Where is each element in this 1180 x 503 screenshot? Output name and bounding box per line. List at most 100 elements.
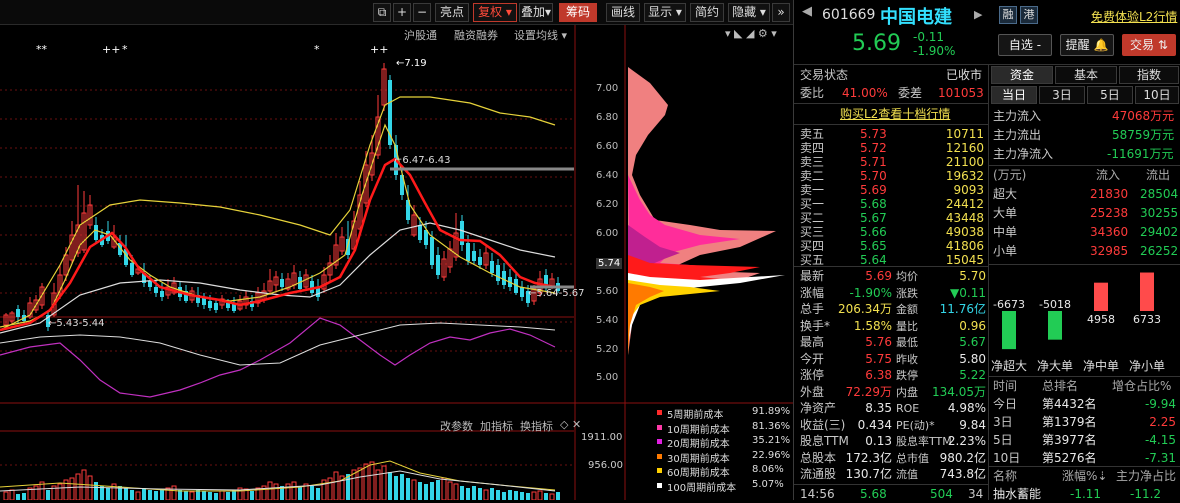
ask-price: 5.73 [860, 127, 887, 141]
trade-button[interactable]: 交易 ⇅ [1122, 34, 1176, 56]
candle-down [226, 303, 230, 308]
price-tick: 6.80 [596, 112, 619, 123]
bid-price: 5.66 [860, 225, 887, 239]
bid-label: 买四 [800, 239, 825, 253]
stat-value: 743.8亿 [939, 467, 986, 481]
rank-head-rank: 总排名 [1042, 379, 1079, 393]
bid-price: 5.67 [860, 211, 887, 225]
ask-label: 卖一 [800, 183, 825, 197]
collapse-icon[interactable]: » [772, 3, 790, 22]
flow-row-out: 26252 [1140, 244, 1179, 258]
indicator-toggle-icon[interactable]: ◇ ✕ [560, 418, 581, 431]
candle-down [160, 291, 164, 297]
hide-button[interactable]: 隐藏 ▾ [728, 3, 770, 22]
simple-button[interactable]: 简约 [690, 3, 724, 22]
candle-down [430, 237, 434, 265]
stat-value: 130.7亿 [845, 467, 892, 481]
legend-label: 60周期前成本 [667, 468, 730, 479]
legend-label: 20周期前成本 [667, 439, 730, 450]
volume-bar-up [189, 491, 195, 501]
last-price: 5.69 [852, 31, 901, 56]
list-first-name[interactable]: 抽水蓄能 [993, 486, 1041, 503]
tab-today[interactable]: 当日 [991, 86, 1037, 104]
legend-swatch [657, 453, 662, 459]
stat-value: 0.96 [959, 318, 986, 333]
stat-label: 总股本 [800, 450, 837, 465]
volume-bar-down [130, 490, 134, 500]
net-flow-label: 净大单 [1037, 359, 1073, 373]
volume-bar-up [171, 485, 177, 501]
link-swap-indicator[interactable]: 换指标 [520, 418, 553, 434]
volume-bar-down [94, 482, 98, 500]
ask-label: 卖五 [800, 127, 825, 141]
weibi-label: 委比 [800, 86, 825, 100]
status-value: 已收市 [946, 68, 983, 82]
tab-3d[interactable]: 3日 [1039, 86, 1085, 104]
window-icon[interactable]: ⧉ [373, 3, 391, 22]
link-change-params[interactable]: 改参数 [440, 418, 473, 434]
candle-down [94, 225, 98, 240]
stat-label: 涨幅 [800, 285, 825, 300]
stat-label: 净资产 [800, 401, 837, 415]
volume-bar-up [453, 483, 459, 501]
flow-row-label: 大单 [993, 206, 1018, 220]
zoom-in-button[interactable]: + [393, 3, 411, 22]
watchlist-button[interactable]: 自选 - [998, 34, 1052, 56]
volume-bar-up [369, 461, 375, 501]
stat-value: 172.3亿 [845, 450, 892, 465]
flow-row-in: 34360 [1090, 225, 1129, 239]
buy-l2-link[interactable]: 购买L2查看十档行情 [840, 106, 950, 123]
link-add-indicator[interactable]: 加指标 [480, 418, 513, 434]
rank-row-pct: -7.31 [1144, 451, 1176, 465]
tab-index[interactable]: 指数 [1119, 66, 1179, 84]
stat-value: 0.434 [857, 417, 892, 432]
volume-bar-down [184, 491, 188, 500]
volume-bar-down [316, 488, 320, 500]
restore-rights-button[interactable]: 复权 ▾ [473, 3, 517, 22]
candle-down [466, 243, 470, 261]
candle-down [424, 230, 428, 245]
forward-icon[interactable]: ▶ [974, 8, 982, 21]
volume-bar-down [544, 493, 548, 500]
volume-bar-down [472, 486, 476, 500]
highlight-button[interactable]: 亮点 [435, 3, 469, 22]
stat-label: 总市值 [896, 451, 929, 465]
chip-button[interactable]: 筹码 [559, 3, 597, 22]
flow-row-in: 21830 [1090, 187, 1129, 201]
tab-10d[interactable]: 10日 [1135, 86, 1179, 104]
zoom-out-button[interactable]: − [413, 3, 431, 22]
price-tick: 5.74 [596, 258, 623, 269]
chip-tools-icons[interactable]: ▾ ◣ ◢ ⚙ ▾ [725, 27, 777, 40]
candles [3, 63, 560, 331]
ask-vol: 19632 [945, 169, 984, 183]
link-rzrq[interactable]: 融资融券 [454, 27, 498, 43]
legend-label: 5周期前成本 [667, 410, 724, 421]
tab-5d[interactable]: 5日 [1087, 86, 1133, 104]
stat-label: 跌停 [896, 369, 918, 382]
free-l2-link[interactable]: 免费体验L2行情 [1091, 8, 1177, 25]
candle-down [496, 265, 500, 281]
volume-bar-down [16, 494, 20, 500]
stat-label: 涨停 [800, 368, 825, 382]
rank-row-pct: -4.15 [1144, 433, 1176, 447]
alert-button[interactable]: 提醒 🔔 [1060, 34, 1114, 56]
stat-value: 980.2亿 [939, 450, 986, 465]
back-icon[interactable]: ◀ [802, 4, 812, 19]
link-hgt[interactable]: 沪股通 [404, 27, 437, 43]
display-button[interactable]: 显示 ▾ [644, 3, 686, 22]
price-tick: 7.00 [596, 83, 619, 94]
tick-vol: 504 [930, 487, 953, 501]
overlay-button[interactable]: 叠加▾ [519, 3, 553, 22]
tab-basic[interactable]: 基本 [1055, 66, 1117, 84]
stat-label: 涨跌 [896, 286, 918, 300]
volume-bar-up [69, 477, 75, 501]
volume-bar-up [381, 465, 387, 501]
volume-bar-up [363, 463, 369, 501]
volume-bar-down [214, 493, 218, 500]
tab-fund[interactable]: 资金 [991, 66, 1053, 84]
vol-axis-top: 1911.00 [581, 432, 623, 443]
draw-line-button[interactable]: 画线 [606, 3, 640, 22]
flow-row-out: 30255 [1140, 206, 1179, 220]
link-ma-settings[interactable]: 设置均线 ▾ [514, 27, 567, 43]
stat-label: 最新 [800, 269, 825, 283]
